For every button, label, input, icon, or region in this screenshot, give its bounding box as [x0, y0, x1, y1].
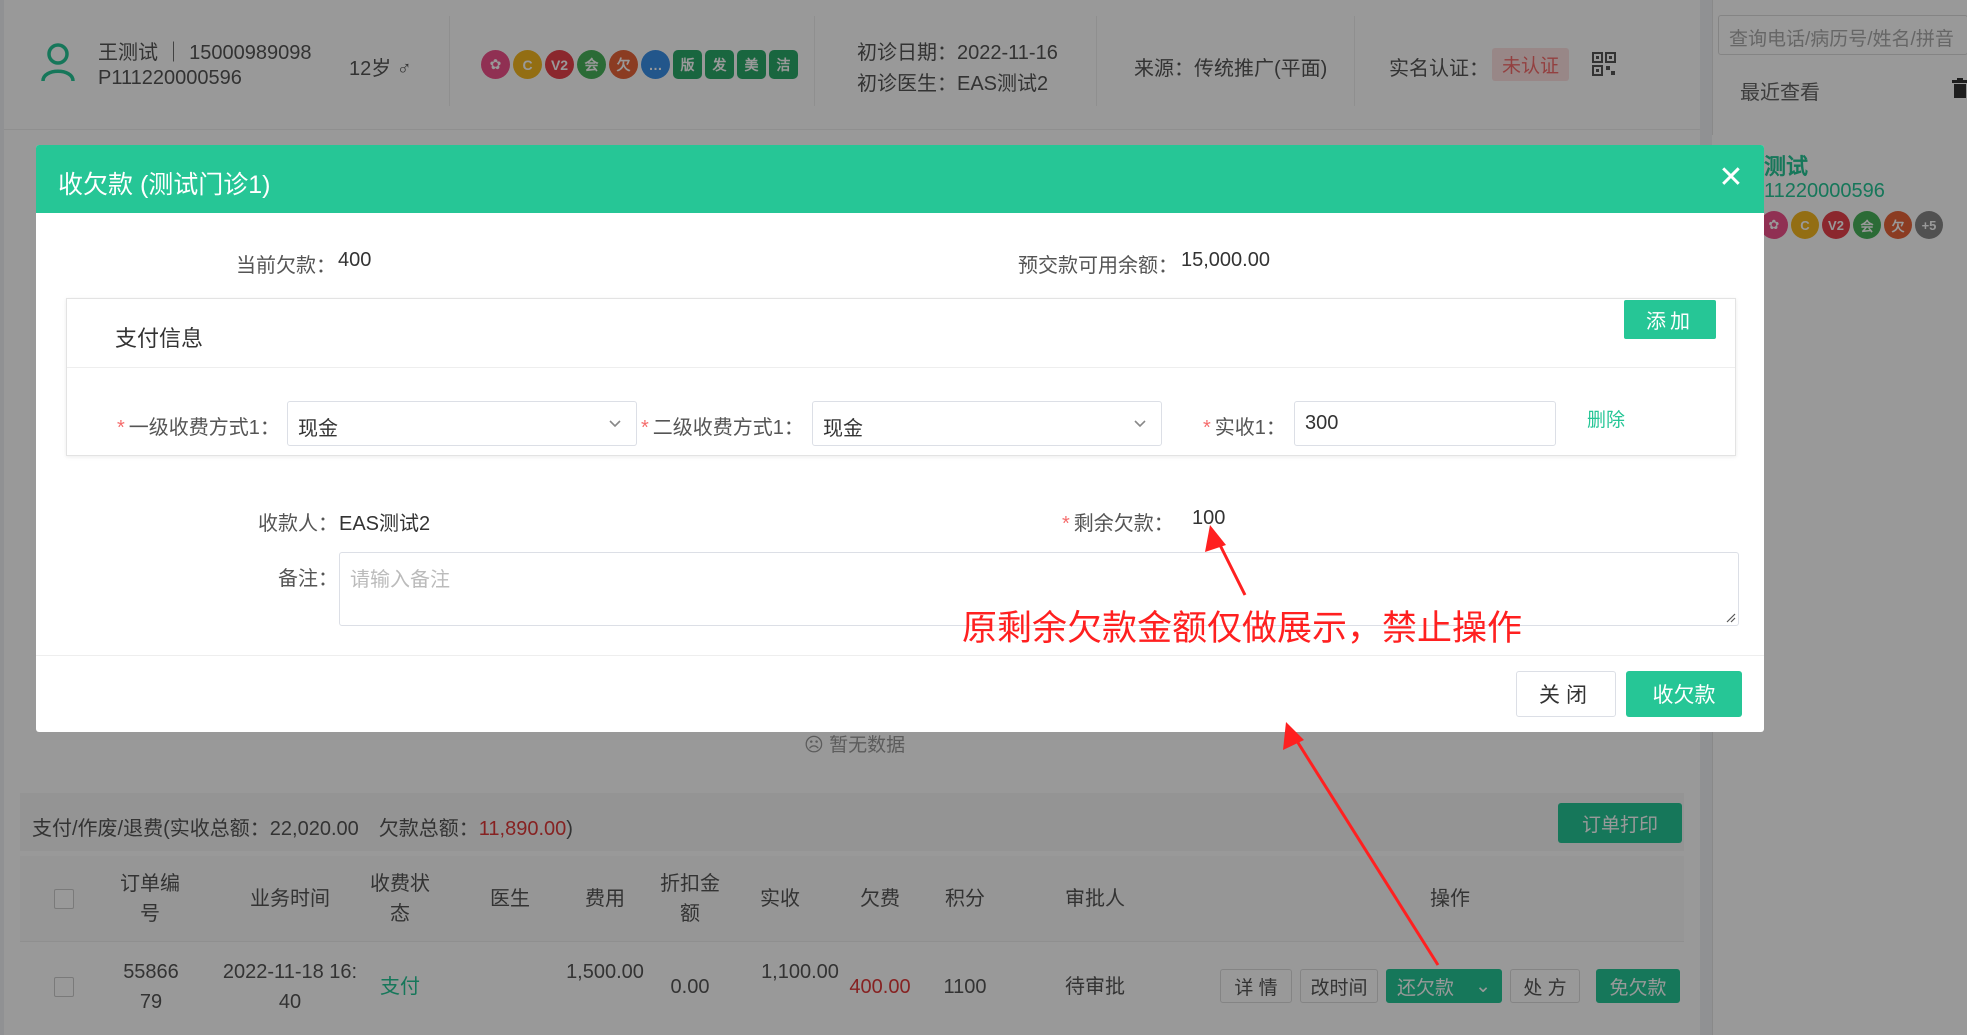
collect-debt-button[interactable]: 收欠款	[1626, 671, 1742, 717]
payment-info-title: 支付信息	[115, 326, 204, 351]
primary-payment-method-select[interactable]: 现金	[287, 401, 637, 446]
received-amount-input[interactable]: 300	[1294, 401, 1556, 446]
divider	[36, 655, 1764, 656]
current-debt-label: 当前欠款：	[236, 255, 336, 277]
add-payment-button[interactable]: 添加	[1624, 300, 1716, 339]
prepaid-balance-value: 15,000.00	[1181, 249, 1270, 271]
prepaid-balance-label: 预交款可用余额：	[1018, 255, 1178, 277]
received-label: * 实收1：	[1203, 417, 1286, 439]
payee-label: 收款人：	[258, 513, 338, 535]
chevron-down-icon	[609, 420, 621, 428]
method1-label: * 一级收费方式1：	[117, 417, 280, 439]
remaining-debt-value: 100	[1192, 507, 1226, 529]
close-icon[interactable]: ✕	[1716, 163, 1746, 193]
delete-payment-link[interactable]: 删除	[1587, 405, 1625, 432]
method2-label: * 二级收费方式1：	[641, 417, 804, 439]
secondary-payment-method-select[interactable]: 现金	[812, 401, 1162, 446]
current-debt-value: 400	[338, 249, 372, 271]
resize-handle-icon[interactable]	[1724, 611, 1736, 623]
chevron-down-icon	[1134, 420, 1146, 428]
divider	[67, 367, 1735, 368]
payment-info-section: 支付信息 添加 * 一级收费方式1： 现金 * 二级收费方式1： 现金 * 实收1： …	[66, 298, 1736, 456]
remaining-debt-label: * 剩余欠款：	[1062, 513, 1174, 535]
dialog-title: 收欠款 (测试门诊1)	[58, 171, 271, 199]
dialog-header: 收欠款 (测试门诊1) ✕	[36, 145, 1764, 213]
close-button[interactable]: 关闭	[1516, 671, 1616, 717]
payee-value: EAS测试2	[339, 513, 431, 535]
remark-label: 备注：	[278, 568, 338, 590]
annotation-text: 原剩余欠款金额仅做展示，禁止操作	[962, 609, 1523, 648]
